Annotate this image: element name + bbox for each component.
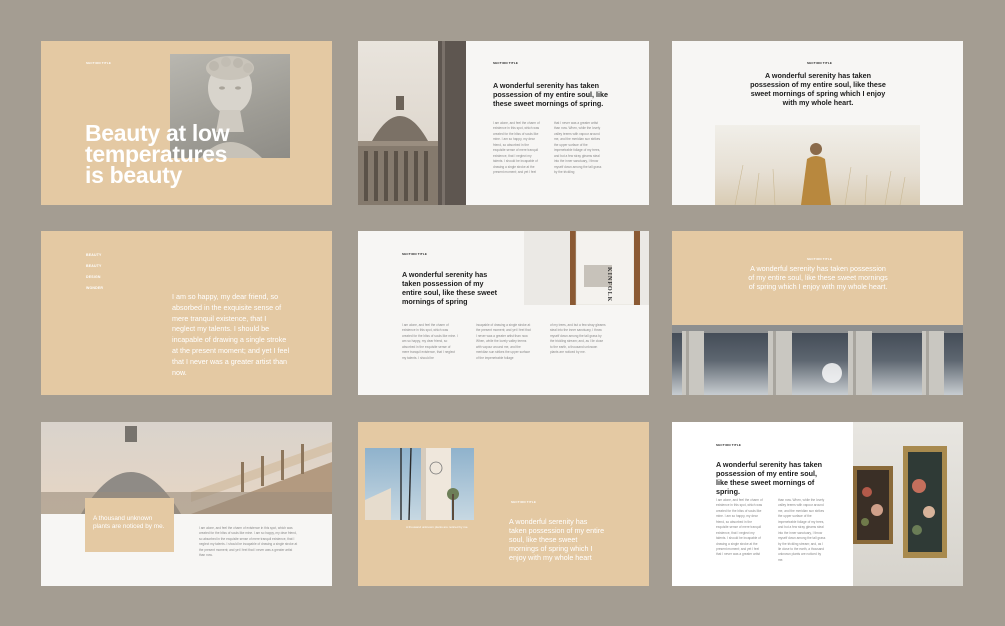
section-tag: SECTION TITLE <box>86 61 112 65</box>
body-column-2: that I never was a greater artist than n… <box>554 121 602 174</box>
section-tag: SECTION TITLE <box>807 257 833 261</box>
tower-photo <box>365 448 474 520</box>
section-tag: SECTION TITLE <box>493 61 519 65</box>
nav-item-4[interactable]: WONDER <box>86 286 103 290</box>
slide-heading: A wonderful serenity has taken possessio… <box>750 71 886 107</box>
section-tag: SECTION TITLE <box>511 500 537 504</box>
slide-heading: A wonderful serenity has taken possessio… <box>748 264 888 291</box>
body-column-2: than now. When, while the lovely valley … <box>778 498 826 562</box>
slide-4-quote[interactable]: BEAUTY BEAUTY DESIGN WONDER I am so happ… <box>41 231 332 395</box>
woman-in-field-image <box>734 143 906 205</box>
slide-5-book[interactable]: SECTION TITLE A wonderful serenity has t… <box>358 231 649 395</box>
nav-item-3[interactable]: DESIGN <box>86 275 101 279</box>
nav-item-1[interactable]: BEAUTY <box>86 253 102 257</box>
paintings-photo <box>853 422 963 586</box>
slide-2-text-photo[interactable]: SECTION TITLE A wonderful serenity has t… <box>358 41 649 205</box>
pillars-image <box>672 325 963 395</box>
basilica-photo <box>358 41 466 205</box>
body-column-2: incapable of drawing a single stroke at … <box>476 323 531 360</box>
slide-heading: A wonderful serenity has taken possessio… <box>493 81 609 108</box>
nav-item-2[interactable]: BEAUTY <box>86 264 102 268</box>
slide-3-heading-photo[interactable]: SECTION TITLE A wonderful serenity has t… <box>672 41 963 205</box>
slide-1-title[interactable]: SECTION TITLE Beauty at low temperatures… <box>41 41 332 205</box>
slide-title: Beauty at low temperatures is beauty <box>85 121 230 189</box>
field-photo <box>715 125 920 205</box>
dome-image <box>358 41 466 205</box>
section-tag: SECTION TITLE <box>402 252 428 256</box>
framed-paintings-image <box>853 446 947 558</box>
section-tag: SECTION TITLE <box>716 443 742 447</box>
caption-box: A thousand unknown plants are noticed by… <box>85 498 174 552</box>
body-column-3: of my trees, and but a few stray gleams … <box>550 323 606 355</box>
body-text: I am alone, and feel the charm of existe… <box>199 526 298 558</box>
clock-tower-image <box>365 448 459 520</box>
slide-heading: A wonderful serenity has taken possessio… <box>509 517 605 562</box>
body-column-1: I am alone, and feel the charm of existe… <box>402 323 458 360</box>
slide-heading: A wonderful serenity has taken possessio… <box>716 460 822 496</box>
columns-photo <box>672 325 963 395</box>
magazine-image <box>570 231 640 305</box>
quote-text: I am so happy, my dear friend, so absorb… <box>172 292 290 377</box>
slide-8-tower[interactable]: A thousand unknown plants are noticed by… <box>358 422 649 586</box>
book-photo: KINFOLK <box>524 231 649 305</box>
slide-heading: A wonderful serenity has taken possessio… <box>402 270 498 306</box>
slide-9-paintings[interactable]: SECTION TITLE A wonderful serenity has t… <box>672 422 963 586</box>
body-column-1: I am alone, and feel the charm of existe… <box>493 121 540 174</box>
section-tag: SECTION TITLE <box>807 61 833 65</box>
body-column-1: I am alone, and feel the charm of existe… <box>716 498 763 557</box>
text-panel: SECTION TITLE A wonderful serenity has t… <box>672 422 853 586</box>
slide-7-caption[interactable]: A thousand unknown plants are noticed by… <box>41 422 332 586</box>
photo-caption: A thousand unknown plants are noticed by… <box>406 525 469 529</box>
title-line-3: is beauty <box>85 162 183 189</box>
slide-6-columns[interactable]: SECTION TITLE A wonderful serenity has t… <box>672 231 963 395</box>
book-label: KINFOLK <box>606 267 612 303</box>
